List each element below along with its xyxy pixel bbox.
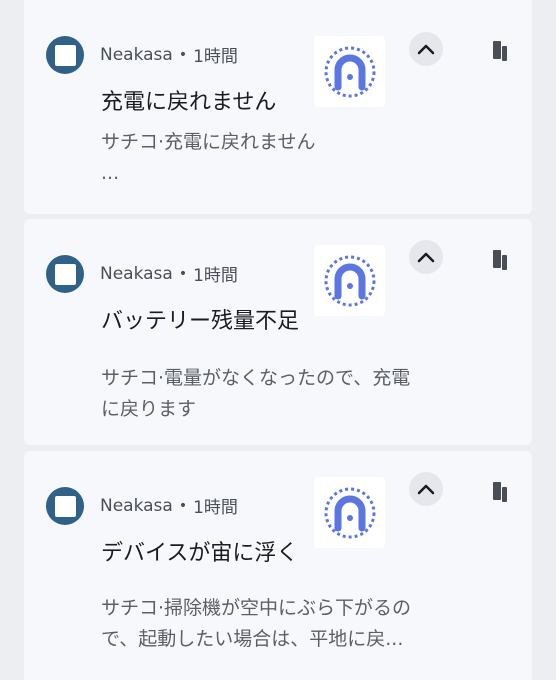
neakasa-robot-logo-icon xyxy=(314,245,385,316)
app-square-icon xyxy=(46,36,84,74)
chevron-up-icon xyxy=(417,484,435,495)
phone-device-icon xyxy=(493,250,507,270)
app-name: Neakasa xyxy=(100,495,173,516)
separator-dot: • xyxy=(178,46,188,63)
collapse-button[interactable] xyxy=(409,240,443,274)
body-line: に戻ります xyxy=(101,398,197,420)
body-line: ... xyxy=(101,162,120,184)
body-line: サチコ·掃除機が空中にぶら下がるの xyxy=(101,597,412,619)
body-line: サチコ·電量がなくなったので、充電 xyxy=(101,367,411,389)
body-line: サチコ·充電に戻れません xyxy=(101,131,316,153)
notification-header: Neakasa • 1時間 xyxy=(100,42,238,68)
notification-title: デバイスが宙に浮く xyxy=(101,541,299,566)
neakasa-robot-logo-icon xyxy=(314,36,385,107)
app-square-icon xyxy=(46,487,84,525)
notification-title: 充電に戻れません xyxy=(101,90,277,115)
notification-title: バッテリー残量不足 xyxy=(101,309,300,334)
chevron-up-icon xyxy=(417,252,435,263)
app-name: Neakasa xyxy=(100,263,173,284)
notification-body: サチコ·掃除機が空中にぶら下がるの で、起動したい場合は、平地に戻... xyxy=(101,593,446,655)
collapse-button[interactable] xyxy=(409,472,443,506)
notification-body: サチコ·電量がなくなったので、充電 に戻ります xyxy=(101,363,446,425)
phone-device-icon xyxy=(493,482,507,502)
notification-time: 1時間 xyxy=(193,266,238,286)
notification-card[interactable]: Neakasa • 1時間 充電に戻れません サチコ·充電に戻れません ... xyxy=(24,0,532,214)
notification-header: Neakasa • 1時間 xyxy=(100,261,238,287)
notification-card[interactable]: Neakasa • 1時間 デバイスが宙に浮く サチコ·掃除機が空中にぶら下がる… xyxy=(24,451,532,680)
separator-dot: • xyxy=(178,265,188,282)
app-square-icon xyxy=(46,255,84,293)
body-line: で、起動したい場合は、平地に戻... xyxy=(101,628,404,650)
app-name: Neakasa xyxy=(100,44,173,65)
notification-card[interactable]: Neakasa • 1時間 バッテリー残量不足 サチコ·電量がなくなったので、充… xyxy=(24,219,532,445)
notification-time: 1時間 xyxy=(193,47,238,67)
notification-header: Neakasa • 1時間 xyxy=(100,493,238,519)
notification-time: 1時間 xyxy=(193,498,238,518)
neakasa-robot-logo-icon xyxy=(314,477,385,548)
separator-dot: • xyxy=(178,497,188,514)
notification-body: サチコ·充電に戻れません ... xyxy=(101,127,446,189)
collapse-button[interactable] xyxy=(409,32,443,66)
phone-device-icon xyxy=(493,41,507,61)
chevron-up-icon xyxy=(417,44,435,55)
notification-shade: Neakasa • 1時間 充電に戻れません サチコ·充電に戻れません ... xyxy=(0,0,556,680)
